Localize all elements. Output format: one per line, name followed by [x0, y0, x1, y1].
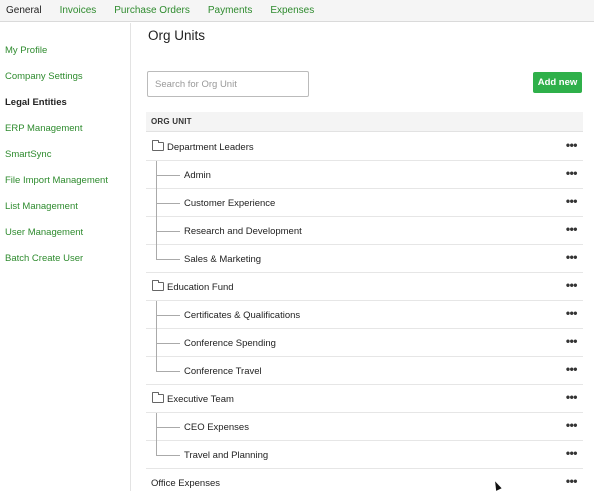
more-options-icon[interactable]: ••• — [566, 418, 578, 432]
sidebar-item-my-profile[interactable]: My Profile — [5, 45, 47, 56]
more-options-icon[interactable]: ••• — [566, 390, 578, 404]
more-options-icon[interactable]: ••• — [566, 222, 578, 236]
more-options-icon[interactable]: ••• — [566, 166, 578, 180]
sidebar-item-erp-management[interactable]: ERP Management — [5, 123, 82, 134]
page-title: Org Units — [148, 28, 206, 43]
org-unit-row[interactable]: Admin ••• — [146, 161, 583, 189]
org-unit-row[interactable]: Conference Travel ••• — [146, 357, 583, 385]
table-header: ORG UNIT — [146, 112, 583, 132]
org-unit-name: Department Leaders — [167, 142, 254, 153]
search-input[interactable] — [147, 71, 309, 97]
org-unit-name: Admin — [184, 170, 211, 181]
more-options-icon[interactable]: ••• — [566, 362, 578, 376]
sidebar-item-file-import-management[interactable]: File Import Management — [5, 175, 108, 186]
org-unit-name: Travel and Planning — [184, 450, 269, 461]
tab-purchase-orders[interactable]: Purchase Orders — [105, 0, 199, 22]
sidebar-item-batch-create-user[interactable]: Batch Create User — [5, 253, 83, 264]
sidebar: My Profile Company Settings Legal Entiti… — [0, 23, 131, 491]
org-unit-row[interactable]: Office Expenses ••• — [146, 469, 583, 491]
sidebar-item-list-management[interactable]: List Management — [5, 201, 78, 212]
column-header-org-unit: ORG UNIT — [151, 117, 192, 126]
org-unit-name: Conference Spending — [184, 338, 276, 349]
org-unit-row[interactable]: CEO Expenses ••• — [146, 413, 583, 441]
folder-icon — [152, 140, 164, 151]
more-options-icon[interactable]: ••• — [566, 306, 578, 320]
more-options-icon[interactable]: ••• — [566, 250, 578, 264]
org-unit-row[interactable]: Travel and Planning ••• — [146, 441, 583, 469]
org-unit-row[interactable]: Conference Spending ••• — [146, 329, 583, 357]
tab-payments[interactable]: Payments — [199, 0, 261, 22]
folder-icon — [152, 280, 164, 291]
more-options-icon[interactable]: ••• — [566, 278, 578, 292]
org-unit-row[interactable]: Research and Development ••• — [146, 217, 583, 245]
org-unit-row[interactable]: Certificates & Qualifications ••• — [146, 301, 583, 329]
org-unit-name: Education Fund — [167, 282, 234, 293]
org-unit-name: Sales & Marketing — [184, 254, 262, 265]
org-unit-row[interactable]: Customer Experience ••• — [146, 189, 583, 217]
org-unit-row[interactable]: Department Leaders ••• — [146, 133, 583, 161]
top-navigation: General Invoices Purchase Orders Payment… — [0, 0, 594, 22]
add-new-button[interactable]: Add new — [533, 72, 582, 93]
org-unit-name: Executive Team — [167, 394, 234, 405]
main-content: Org Units Add new ORG UNIT Department Le… — [131, 23, 594, 491]
more-options-icon[interactable]: ••• — [566, 446, 578, 460]
org-unit-name: Conference Travel — [184, 366, 262, 377]
org-unit-name: Certificates & Qualifications — [184, 310, 301, 321]
org-unit-row[interactable]: Education Fund ••• — [146, 273, 583, 301]
more-options-icon[interactable]: ••• — [566, 334, 578, 348]
more-options-icon[interactable]: ••• — [566, 474, 578, 488]
org-unit-row[interactable]: Sales & Marketing ••• — [146, 245, 583, 273]
sidebar-item-smartsync[interactable]: SmartSync — [5, 149, 51, 160]
tab-expenses[interactable]: Expenses — [261, 0, 323, 22]
org-unit-name: CEO Expenses — [184, 422, 249, 433]
org-unit-row[interactable]: Executive Team ••• — [146, 385, 583, 413]
more-options-icon[interactable]: ••• — [566, 138, 578, 152]
org-unit-name: Office Expenses — [151, 478, 221, 489]
tab-invoices[interactable]: Invoices — [51, 0, 106, 22]
org-unit-name: Research and Development — [184, 226, 302, 237]
sidebar-item-company-settings[interactable]: Company Settings — [5, 71, 83, 82]
more-options-icon[interactable]: ••• — [566, 194, 578, 208]
org-unit-name: Customer Experience — [184, 198, 276, 209]
sidebar-item-user-management[interactable]: User Management — [5, 227, 83, 238]
sidebar-item-legal-entities[interactable]: Legal Entities — [5, 97, 67, 108]
tab-general[interactable]: General — [0, 0, 51, 22]
folder-icon — [152, 392, 164, 403]
